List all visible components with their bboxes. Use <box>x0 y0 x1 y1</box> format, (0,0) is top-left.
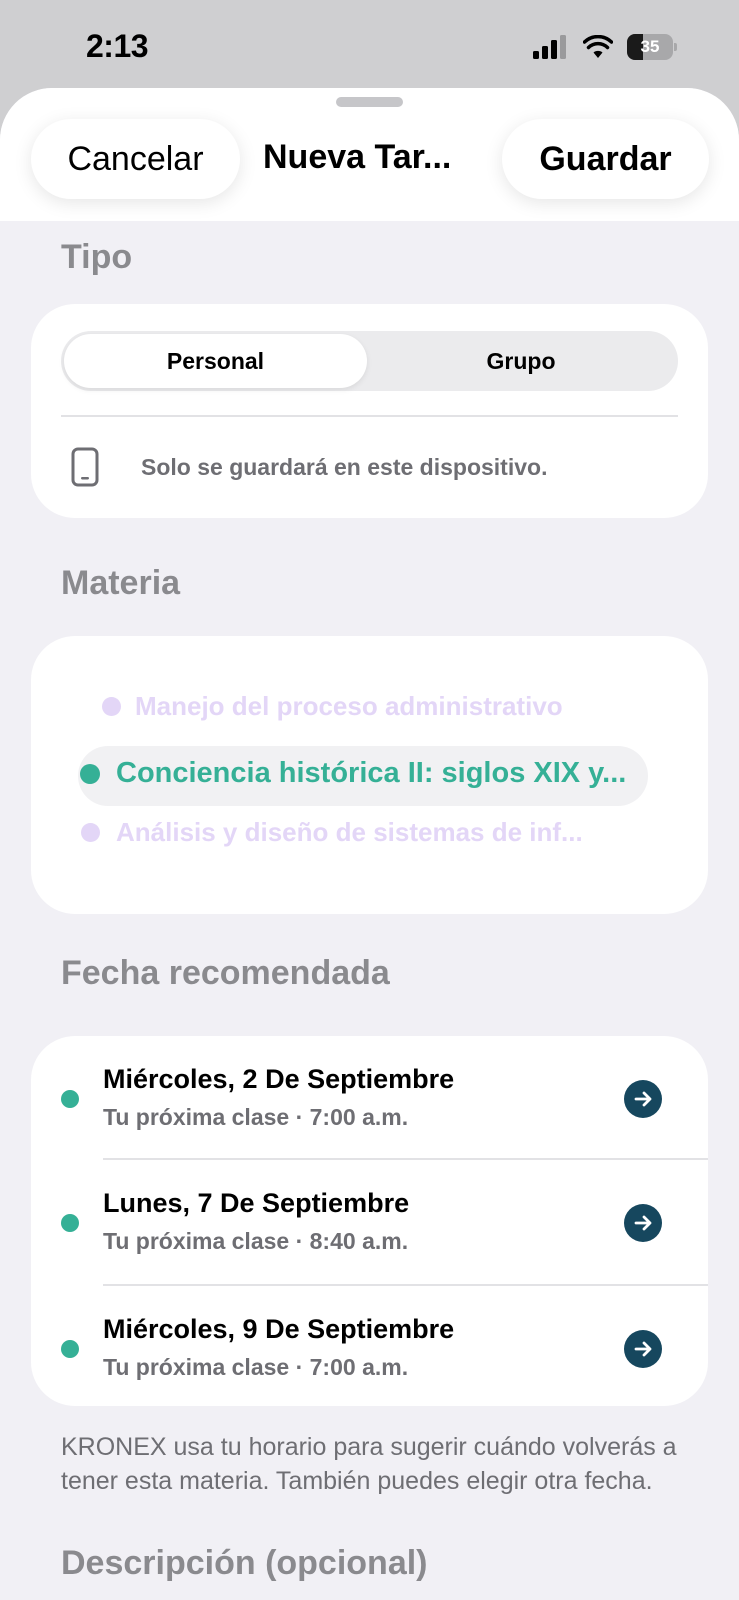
sheet-header: Cancelar Nueva Tar... Guardar <box>0 88 739 221</box>
tipo-card: Personal Grupo Solo se guardará en este … <box>31 304 708 518</box>
divider <box>61 415 678 417</box>
arrow-right-icon[interactable] <box>624 1080 662 1118</box>
status-dot <box>61 1214 79 1232</box>
tipo-section-title: Tipo <box>61 238 133 276</box>
date-suggestion-row[interactable]: Miércoles, 2 De Septiembre Tu próxima cl… <box>31 1036 708 1160</box>
status-time: 2:13 <box>86 28 149 64</box>
descripcion-section-title: Descripción (opcional) <box>61 1544 428 1582</box>
date-subtitle: Tu próxima clase · 7:00 a.m. <box>103 1104 409 1130</box>
wifi-icon <box>583 35 613 58</box>
date-title: Miércoles, 2 De Septiembre <box>103 1064 455 1094</box>
materia-section-title: Materia <box>61 564 181 602</box>
segment-personal[interactable]: Personal <box>64 334 367 388</box>
date-subtitle: Tu próxima clase · 7:00 a.m. <box>103 1354 409 1380</box>
materia-picker[interactable]: Manejo del proceso administrativo Concie… <box>31 636 708 914</box>
cellular-signal-icon <box>533 35 566 59</box>
date-suggestion-row[interactable]: Lunes, 7 De Septiembre Tu próxima clase … <box>31 1160 708 1284</box>
picker-item-selected[interactable]: Conciencia histórica II: siglos XIX y... <box>80 757 626 790</box>
screen: 2:13 35 Cancelar Nueva Tar... Guardar Ti… <box>0 0 739 1600</box>
status-dot <box>61 1340 79 1358</box>
save-button[interactable]: Guardar <box>502 119 709 199</box>
battery-level: 35 <box>640 37 660 56</box>
picker-item[interactable]: Manejo del proceso administrativo <box>102 691 563 722</box>
segment-grupo[interactable]: Grupo <box>367 334 675 388</box>
sheet-grabber[interactable] <box>336 97 403 107</box>
storage-note: Solo se guardará en este dispositivo. <box>141 454 548 480</box>
subject-color-dot <box>80 763 100 784</box>
picker-item[interactable]: Análisis y diseño de sistemas de inf... <box>81 817 583 848</box>
cancel-button[interactable]: Cancelar <box>31 119 240 199</box>
status-dot <box>61 1090 79 1108</box>
date-suggestions-card: Miércoles, 2 De Septiembre Tu próxima cl… <box>31 1036 708 1406</box>
date-subtitle: Tu próxima clase · 8:40 a.m. <box>103 1228 409 1254</box>
arrow-right-icon[interactable] <box>624 1204 662 1242</box>
date-title: Miércoles, 9 De Septiembre <box>103 1314 455 1344</box>
status-icons: 35 <box>533 34 677 60</box>
subject-color-dot <box>81 823 100 842</box>
arrow-right-icon[interactable] <box>624 1330 662 1368</box>
phone-icon <box>71 447 99 487</box>
status-bar: 2:13 35 <box>0 0 739 95</box>
subject-color-dot <box>102 697 121 716</box>
new-task-sheet: Cancelar Nueva Tar... Guardar Tipo Perso… <box>0 88 739 1600</box>
battery-icon: 35 <box>627 34 677 60</box>
tipo-segmented-control: Personal Grupo <box>61 331 678 391</box>
date-suggestion-row[interactable]: Miércoles, 9 De Septiembre Tu próxima cl… <box>31 1286 708 1410</box>
fecha-section-title: Fecha recomendada <box>61 954 390 992</box>
date-title: Lunes, 7 De Septiembre <box>103 1188 410 1218</box>
date-footnote: KRONEX usa tu horario para sugerir cuánd… <box>61 1433 677 1495</box>
sheet-title: Nueva Tar... <box>263 138 452 176</box>
